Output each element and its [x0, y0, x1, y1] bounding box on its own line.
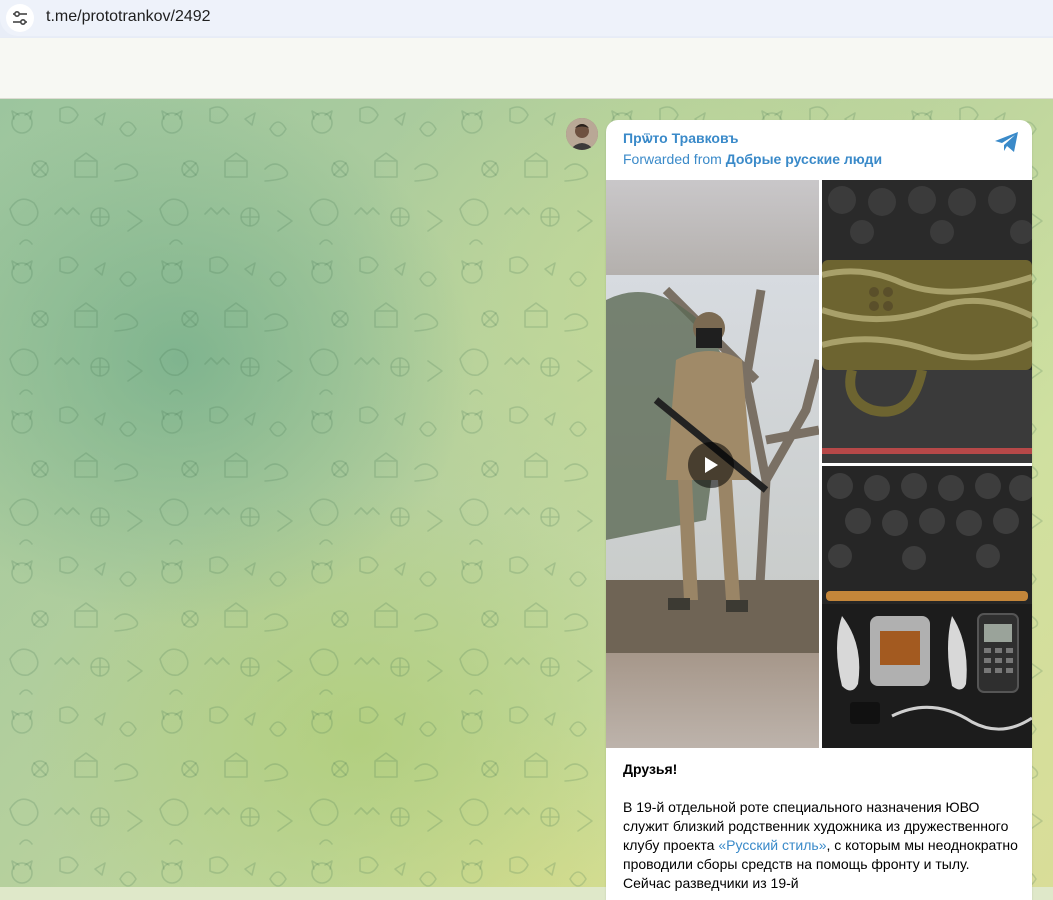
photo-thumbnail-1[interactable]	[822, 180, 1032, 463]
photo-thumbnail-2[interactable]	[822, 466, 1032, 748]
omnibox[interactable]: t.me/prototrankov/2492	[0, 0, 1053, 36]
message-paragraph: В 19-й отдельной роте специального назна…	[623, 798, 1018, 893]
message-text: Друзья! В 19-й отдельной роте специально…	[623, 760, 1018, 893]
media-grid	[606, 180, 1032, 748]
message-greeting: Друзья!	[623, 761, 678, 777]
browser-address-bar: t.me/prototrankov/2492	[0, 0, 1053, 39]
telegram-plane-icon[interactable]	[994, 130, 1020, 154]
url-text[interactable]: t.me/prototrankov/2492	[46, 8, 211, 26]
forwarded-prefix: Forwarded from	[623, 151, 722, 167]
russian-style-link[interactable]: «Русский стиль»	[718, 837, 826, 853]
video-thumbnail[interactable]	[606, 180, 819, 748]
play-icon[interactable]	[688, 442, 734, 488]
author-name[interactable]: Прѿто Травковъ	[623, 130, 738, 146]
page-header	[0, 38, 1053, 99]
message-bubble: Прѿто Травковъ Forwarded from Добрые рус…	[606, 120, 1032, 900]
tune-icon[interactable]	[6, 4, 34, 32]
forwarded-source-link[interactable]: Добрые русские люди	[726, 151, 882, 167]
sender-avatar[interactable]	[566, 118, 598, 150]
forwarded-line: Forwarded from Добрые русские люди	[623, 151, 882, 167]
